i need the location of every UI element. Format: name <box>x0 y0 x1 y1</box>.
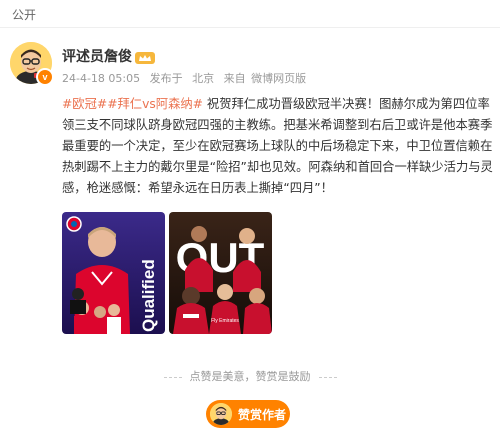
author-mini-avatar-icon <box>210 403 232 425</box>
appreciation-text: 点赞是美意，赞赏是鼓励 <box>189 370 311 383</box>
divider-line <box>318 376 337 378</box>
post-time[interactable]: 24-4-18 05:05 <box>62 72 140 85</box>
appreciation-divider: 点赞是美意，赞赏是鼓励 <box>0 368 500 384</box>
bayern-qualified-poster-icon: Qualified <box>62 212 165 334</box>
reward-author-button[interactable]: 赞赏作者 <box>206 400 290 428</box>
visibility-label: 公开 <box>12 8 37 22</box>
username[interactable]: 评述员詹俊 <box>62 46 132 66</box>
post-body-text: 祝贺拜仁成功晋级欧冠半决赛！图赫尔成为第四位率领三支不同球队跻身欧冠四强的主教练… <box>62 97 493 195</box>
member-crown-icon[interactable] <box>135 49 155 64</box>
post-meta: 24-4-18 05:05 发布于 北京 来自 微博网页版 <box>62 70 312 86</box>
divider-line <box>163 376 182 378</box>
post-header-bar: 公开 <box>0 0 500 28</box>
user-avatar[interactable]: v <box>10 42 54 86</box>
post-source-from: 来自 <box>223 72 246 85</box>
arsenal-out-poster-icon: OUT Fly Emirates <box>169 212 272 334</box>
svg-text:Fly Emirates: Fly Emirates <box>211 318 239 324</box>
post-content: #欧冠##拜仁vs阿森纳# 祝贺拜仁成功晋级欧冠半决赛！图赫尔成为第四位率领三支… <box>62 94 494 199</box>
post-image[interactable]: OUT Fly Emirates <box>169 212 272 334</box>
hashtag-link[interactable]: #欧冠# <box>62 97 107 111</box>
verified-badge-icon: v <box>36 68 54 86</box>
hashtag-link[interactable]: #拜仁vs阿森纳# <box>107 97 203 111</box>
svg-text:Qualified: Qualified <box>139 259 158 332</box>
post-source-prefix: 发布于 <box>149 72 183 85</box>
post-client[interactable]: 微博网页版 <box>251 72 306 85</box>
reward-button-label: 赞赏作者 <box>238 408 287 422</box>
post-image[interactable]: Qualified <box>62 212 165 334</box>
post-location: 北京 <box>192 72 215 85</box>
